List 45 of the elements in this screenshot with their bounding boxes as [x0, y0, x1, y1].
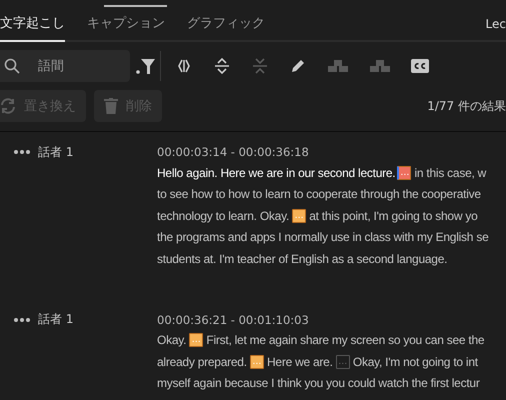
toolbar-button[interactable]	[289, 57, 307, 75]
search-icon	[4, 58, 20, 74]
filter-icon	[136, 57, 156, 75]
expand-icon	[213, 57, 231, 75]
pause-marker[interactable]: …	[336, 354, 350, 369]
more-icon[interactable]	[14, 150, 30, 154]
more-icon[interactable]	[14, 318, 30, 322]
transcript-text: in this case, w	[413, 166, 486, 180]
pause-marker[interactable]: …	[397, 166, 412, 180]
pause-marker[interactable]: …	[189, 333, 204, 348]
pause-marker[interactable]: …	[250, 354, 264, 369]
timecode: 00:00:03:14 - 00:00:36:18	[157, 144, 309, 161]
transcript-text: already prepared.	[157, 354, 248, 369]
transcript-text: First, let me again share my screen so you can see the	[205, 333, 484, 348]
pencil-icon	[289, 57, 307, 75]
merge-icon	[327, 57, 349, 75]
transcript-text: the programs and apps I normally use in class with my English se	[157, 230, 488, 244]
collapse-icon	[251, 57, 269, 75]
merge-icon	[369, 57, 391, 75]
tab[interactable]: グラフィック	[187, 14, 265, 42]
closed-captions-icon	[411, 59, 429, 73]
tab[interactable]: キャプション	[87, 14, 165, 42]
split-icon	[175, 57, 193, 75]
speaker-name: 話者 1	[38, 144, 74, 160]
transcript-text: myself again because I think you you could watch the first lectur	[157, 376, 480, 390]
transcript-text: technology to learn. Okay.	[157, 208, 290, 223]
transcript-text: Hello again. Here we are in our second lecture.	[157, 166, 396, 180]
transcript-text: to see how to how to learn to cooperate through the cooperative	[157, 187, 481, 202]
toolbar-button[interactable]	[411, 59, 429, 73]
transcript-text: students at. I'm teacher of English as a second language.	[157, 252, 448, 266]
result-count: 1/77 件の結果	[427, 98, 506, 114]
search-field[interactable]: 語間	[0, 50, 130, 82]
timecode: 00:00:36:21 - 00:01:10:03	[157, 312, 309, 328]
trash-icon	[104, 98, 118, 114]
pause-marker[interactable]: …	[292, 208, 306, 223]
refresh-icon	[0, 98, 16, 114]
speaker-name: 話者 1	[38, 311, 74, 328]
tab[interactable]: 文字起こし	[0, 14, 65, 42]
filter-button[interactable]	[136, 57, 156, 75]
toolbar-button[interactable]	[175, 57, 193, 75]
tab-label: Lec	[486, 17, 506, 31]
transcript-text: Here we are.	[266, 354, 334, 369]
transcript-text: at this point, I'm going to show yo	[308, 208, 478, 223]
transcript-text: Okay, I'm not going to int	[352, 354, 478, 369]
transcript-text: Okay.	[157, 333, 188, 348]
